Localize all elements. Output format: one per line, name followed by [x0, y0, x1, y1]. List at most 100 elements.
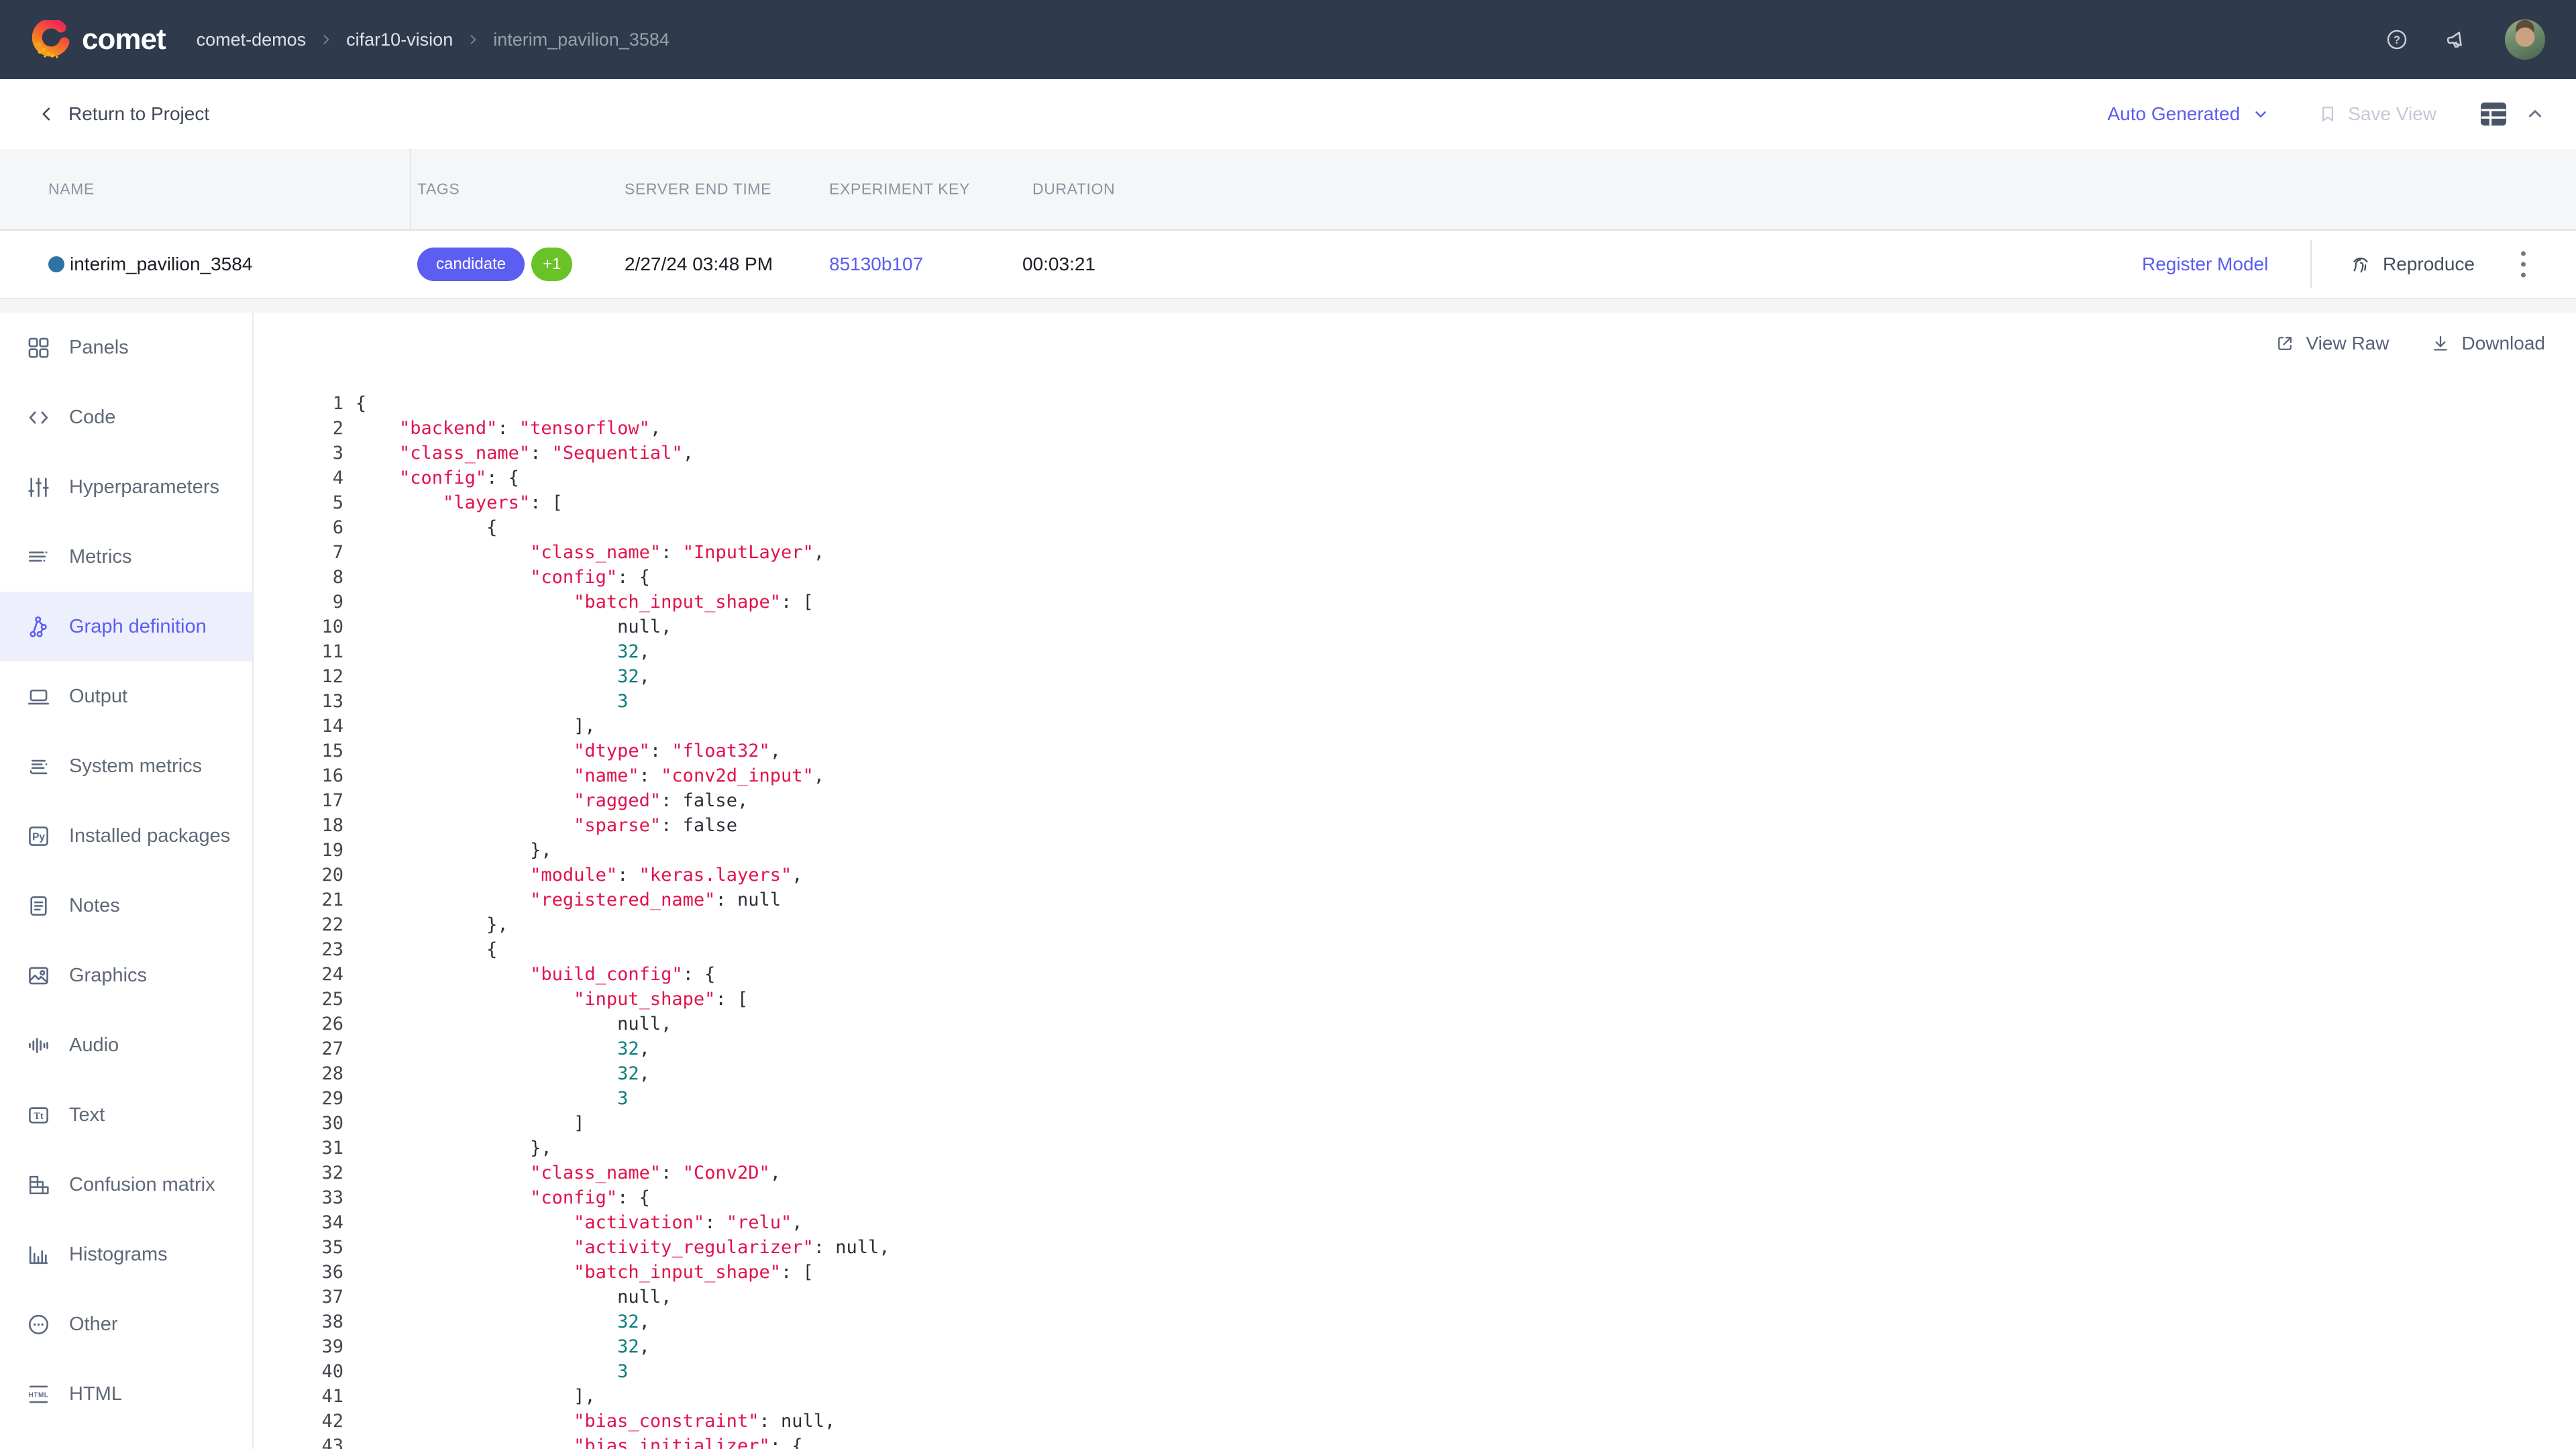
table-view-icon[interactable] [2479, 101, 2508, 127]
breadcrumb-project[interactable]: cifar10-vision [346, 30, 453, 50]
code-line: 14 ], [254, 714, 2576, 739]
download-label: Download [2461, 333, 2545, 354]
sidebar-item-label: Notes [69, 895, 120, 917]
save-view-label: Save View [2348, 103, 2436, 125]
code-line: 26 null, [254, 1012, 2576, 1036]
code-line: 7 "class_name": "InputLayer", [254, 540, 2576, 565]
svg-text:?: ? [2394, 34, 2400, 46]
code-line: 29 3 [254, 1086, 2576, 1111]
code-icon [26, 405, 51, 430]
panels-icon [26, 335, 51, 360]
return-to-project-label: Return to Project [68, 103, 209, 125]
sidebar-item-label: Confusion matrix [69, 1174, 215, 1196]
sidebar-item-label: Graphics [69, 965, 147, 987]
fingerprint-icon [2349, 253, 2372, 276]
sidebar-item-hyperparameters[interactable]: Hyperparameters [0, 452, 252, 522]
save-view-button[interactable]: Save View [2318, 103, 2436, 125]
code-line: 22 }, [254, 912, 2576, 937]
view-raw-label: View Raw [2306, 333, 2389, 354]
waveform-icon [26, 1033, 51, 1058]
actions-divider [2310, 240, 2312, 288]
svg-text:Tt: Tt [34, 1111, 44, 1122]
announcements-icon[interactable] [2445, 28, 2469, 52]
collapse-header-icon[interactable] [2525, 104, 2545, 124]
view-raw-button[interactable]: View Raw [2275, 333, 2389, 354]
code-line: 1{ [254, 391, 2576, 416]
code-line: 10 null, [254, 614, 2576, 639]
return-to-project-button[interactable]: Return to Project [38, 103, 209, 125]
code-line: 13 3 [254, 689, 2576, 714]
column-header-tags: TAGS [417, 180, 460, 199]
sidebar-item-system-metrics[interactable]: System metrics [0, 731, 252, 801]
text-icon: Tt [26, 1103, 51, 1128]
experiment-key-link[interactable]: 85130b107 [829, 254, 923, 275]
code-line: 39 32, [254, 1334, 2576, 1359]
sidebar-item-notes[interactable]: Notes [0, 871, 252, 941]
sidebar-item-label: Other [69, 1313, 118, 1336]
experiment-row: interim_pavilion_3584 candidate +1 2/27/… [0, 231, 2576, 299]
code-line: 5 "layers": [ [254, 490, 2576, 515]
tag-candidate[interactable]: candidate [417, 248, 525, 281]
download-button[interactable]: Download [2430, 333, 2545, 354]
python-packages-icon: Py [26, 824, 51, 849]
sidebar-item-histograms[interactable]: Histograms [0, 1220, 252, 1289]
reproduce-button[interactable]: Reproduce [2349, 253, 2475, 276]
sidebar-item-audio[interactable]: Audio [0, 1010, 252, 1080]
sidebar-item-label: Panels [69, 337, 129, 359]
sidebar-item-panels[interactable]: Panels [0, 313, 252, 382]
sidebar-item-label: System metrics [69, 755, 202, 777]
column-divider [410, 149, 411, 229]
view-selector-value: Auto Generated [2108, 103, 2241, 125]
top-navbar: comet comet-demos cifar10-vision interim… [0, 0, 2576, 79]
breadcrumb-workspace[interactable]: comet-demos [197, 30, 307, 50]
svg-text:HTML: HTML [29, 1391, 49, 1399]
sidebar-item-metrics[interactable]: Metrics [0, 522, 252, 592]
sidebar-item-label: Text [69, 1104, 105, 1126]
download-icon [2430, 333, 2451, 354]
code-line: 43 "bias_initializer": { [254, 1434, 2576, 1449]
sidebar-item-label: Histograms [69, 1244, 168, 1266]
tag-more-count[interactable]: +1 [531, 248, 572, 281]
sidebar-item-installed-packages[interactable]: Py Installed packages [0, 801, 252, 871]
sidebar-item-html[interactable]: HTML HTML [0, 1359, 252, 1429]
sidebar-item-label: Audio [69, 1034, 119, 1057]
code-line: 31 }, [254, 1136, 2576, 1161]
sidebar-item-label: Code [69, 407, 115, 429]
help-icon[interactable]: ? [2385, 28, 2408, 51]
row-menu-icon[interactable] [2517, 248, 2530, 282]
sidebar-item-graphics[interactable]: Graphics [0, 941, 252, 1010]
confusion-matrix-icon [26, 1173, 51, 1197]
code-line: 40 3 [254, 1359, 2576, 1384]
user-avatar[interactable] [2505, 19, 2545, 60]
code-line: 30 ] [254, 1111, 2576, 1136]
sidebar-item-output[interactable]: Output [0, 661, 252, 731]
code-line: 23 { [254, 937, 2576, 962]
duration-value: 00:03:21 [1022, 254, 1095, 275]
register-model-button[interactable]: Register Model [2142, 254, 2268, 275]
view-selector-dropdown[interactable]: Auto Generated [2108, 103, 2270, 125]
code-line: 24 "build_config": { [254, 962, 2576, 987]
code-actions: View Raw Download [2275, 313, 2576, 374]
comet-logo-icon [32, 20, 71, 59]
image-icon [26, 963, 51, 988]
sidebar-item-other[interactable]: Other [0, 1289, 252, 1359]
experiment-name[interactable]: interim_pavilion_3584 [70, 254, 252, 275]
sidebar-item-label: Hyperparameters [69, 476, 219, 498]
brand-name: comet [82, 23, 166, 56]
column-header-duration: DURATION [1032, 180, 1115, 199]
code-line: 12 32, [254, 664, 2576, 689]
sidebar-item-code[interactable]: Code [0, 382, 252, 452]
sidebar-item-graph-definition[interactable]: Graph definition [0, 592, 252, 661]
code-line: 4 "config": { [254, 466, 2576, 490]
code-line: 16 "name": "conv2d_input", [254, 763, 2576, 788]
content: Panels Code Hyperparameters [0, 313, 2576, 1449]
sidebar-item-text[interactable]: Tt Text [0, 1080, 252, 1150]
sidebar-item-confusion-matrix[interactable]: Confusion matrix [0, 1150, 252, 1220]
column-header-server-end-time: SERVER END TIME [625, 180, 771, 199]
external-link-icon [2275, 333, 2295, 354]
server-end-time: 2/27/24 03:48 PM [625, 254, 773, 275]
code-line: 37 null, [254, 1285, 2576, 1309]
code-line: 9 "batch_input_shape": [ [254, 590, 2576, 614]
reproduce-label: Reproduce [2383, 254, 2475, 275]
code-line: 15 "dtype": "float32", [254, 739, 2576, 763]
